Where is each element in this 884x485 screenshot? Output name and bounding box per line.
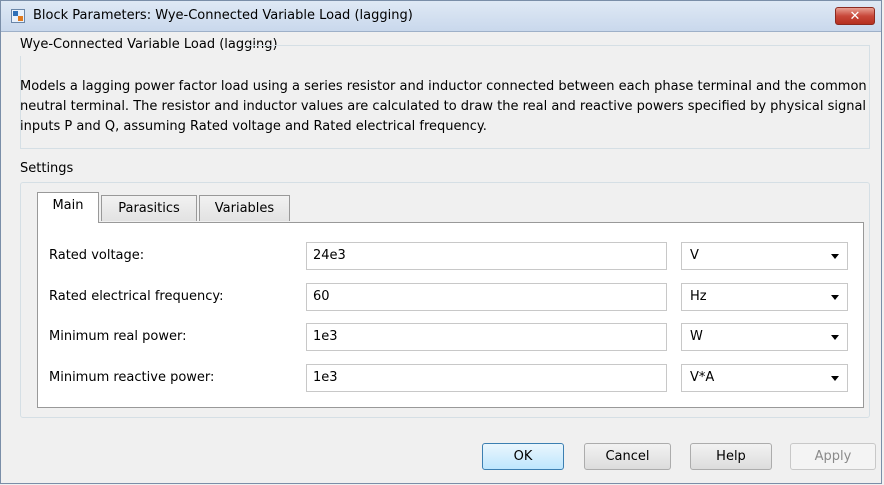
min-real-power-unit-select[interactable]: W (681, 323, 848, 351)
chevron-down-icon (831, 376, 839, 381)
tab-parasitics[interactable]: Parasitics (101, 195, 197, 221)
window-title: Block Parameters: Wye-Connected Variable… (33, 8, 413, 23)
tab-main[interactable]: Main (37, 192, 99, 223)
min-real-power-label: Minimum real power: (49, 329, 187, 344)
title-bar[interactable]: Block Parameters: Wye-Connected Variable… (1, 1, 881, 32)
min-reactive-power-input[interactable]: 1e3 (306, 364, 667, 392)
unit-value: W (690, 329, 703, 344)
chevron-down-icon (831, 295, 839, 300)
unit-value: Hz (690, 289, 707, 304)
rated-frequency-unit-select[interactable]: Hz (681, 283, 848, 311)
rated-voltage-unit-select[interactable]: V (681, 242, 848, 270)
group-divider (245, 45, 870, 46)
group-divider (20, 148, 870, 149)
min-reactive-power-unit-select[interactable]: V*A (681, 364, 848, 392)
rated-frequency-label: Rated electrical frequency: (49, 289, 224, 304)
unit-value: V*A (690, 370, 715, 385)
cancel-button[interactable]: Cancel (584, 443, 671, 470)
simulink-block-icon (11, 9, 25, 23)
apply-button[interactable]: Apply (790, 443, 876, 470)
tab-variables[interactable]: Variables (199, 195, 290, 221)
close-icon: ✕ (849, 9, 861, 24)
settings-label: Settings (20, 161, 74, 176)
chevron-down-icon (831, 335, 839, 340)
block-description: Models a lagging power factor load using… (20, 79, 867, 134)
min-reactive-power-label: Minimum reactive power: (49, 370, 215, 385)
min-real-power-input[interactable]: 1e3 (306, 323, 667, 351)
unit-value: V (690, 248, 699, 263)
rated-frequency-input[interactable]: 60 (306, 283, 667, 311)
chevron-down-icon (831, 254, 839, 259)
block-name: Wye-Connected Variable Load (lagging) (20, 37, 278, 52)
rated-voltage-input[interactable]: 24e3 (306, 242, 667, 270)
close-button[interactable]: ✕ (835, 7, 875, 25)
help-button[interactable]: Help (690, 443, 772, 470)
ok-button[interactable]: OK (482, 443, 564, 470)
rated-voltage-label: Rated voltage: (49, 248, 145, 263)
